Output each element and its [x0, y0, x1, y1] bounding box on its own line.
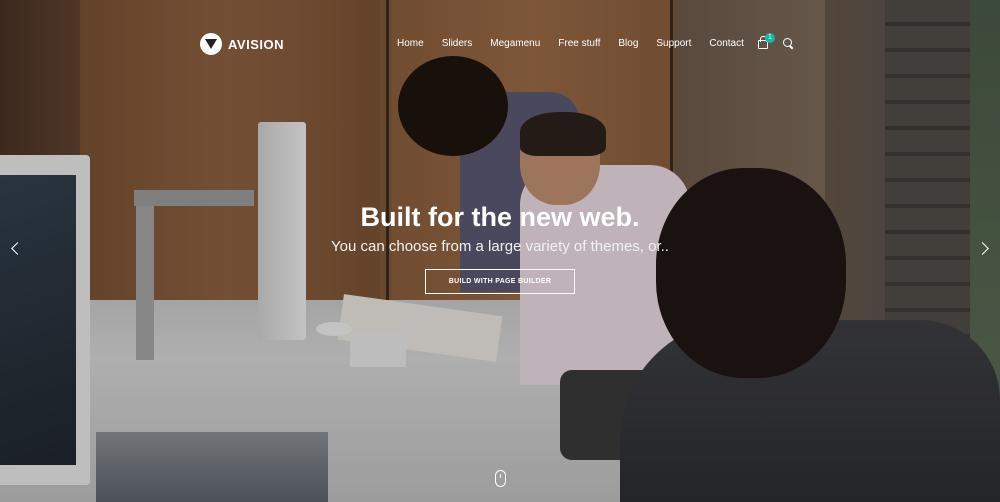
slide-title: Built for the new web. — [360, 202, 640, 232]
brand-name: AVISION — [228, 36, 284, 52]
cart-count-badge: 1 — [765, 33, 775, 43]
site-header: AVISION Home Sliders Megamenu Free stuff… — [0, 0, 1000, 88]
slide-subtitle: You can choose from a large variety of t… — [331, 238, 669, 255]
nav-item-megamenu[interactable]: Megamenu — [490, 38, 540, 49]
chevron-left-icon — [11, 242, 24, 255]
slider-next-button[interactable] — [976, 240, 992, 260]
nav-item-support[interactable]: Support — [656, 38, 691, 49]
cart-button[interactable]: 1 — [758, 33, 775, 50]
brand-logo[interactable]: AVISION — [200, 33, 284, 55]
nav-item-home[interactable]: Home — [397, 38, 424, 49]
scroll-mouse-icon[interactable] — [495, 470, 506, 487]
avision-logo-icon — [200, 33, 222, 55]
nav-item-sliders[interactable]: Sliders — [442, 38, 473, 49]
nav-item-free-stuff[interactable]: Free stuff — [558, 38, 600, 49]
nav-item-contact[interactable]: Contact — [709, 38, 743, 49]
search-icon[interactable] — [783, 38, 793, 48]
nav-item-blog[interactable]: Blog — [618, 38, 638, 49]
slider-prev-button[interactable] — [8, 240, 24, 260]
main-nav: Home Sliders Megamenu Free stuff Blog Su… — [397, 38, 744, 49]
chevron-right-icon — [976, 242, 989, 255]
build-with-page-builder-button[interactable]: BUILD WITH PAGE BUILDER — [425, 269, 575, 294]
